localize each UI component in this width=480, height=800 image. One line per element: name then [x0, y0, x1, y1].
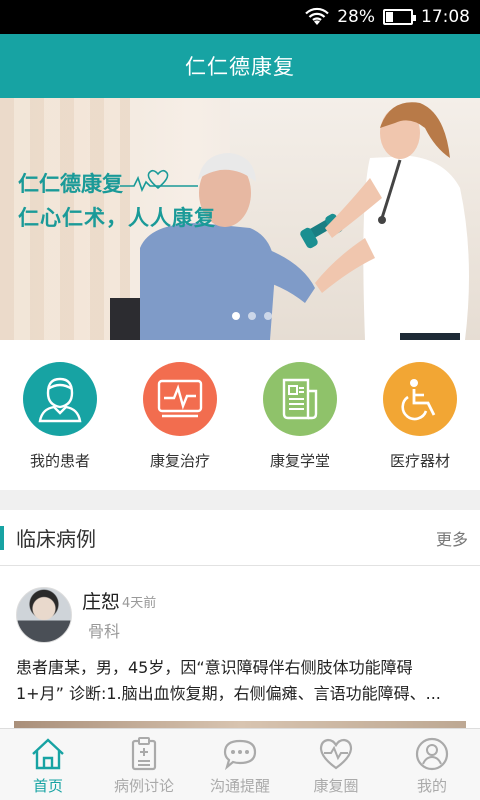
app-bar: 仁仁德康复 — [0, 34, 480, 98]
wheelchair-icon — [383, 362, 457, 436]
nav-label: 康复圈 — [313, 777, 359, 795]
carousel-dot[interactable] — [248, 312, 256, 320]
battery-percent: 28% — [337, 7, 375, 27]
heartbeat-heart-icon — [120, 169, 198, 193]
battery-icon — [383, 9, 416, 25]
clipboard-icon — [131, 737, 157, 771]
section-divider — [0, 490, 480, 510]
quick-menu-label: 医疗器材 — [389, 452, 450, 470]
quick-menu: 我的患者 康复治疗 康复学堂 医疗器材 — [0, 340, 480, 490]
quick-menu-medical-equipment[interactable]: 医疗器材 — [360, 362, 480, 490]
nav-home[interactable]: 首页 — [0, 729, 96, 800]
monitor-heartbeat-icon — [143, 362, 217, 436]
profile-icon — [415, 737, 449, 771]
status-bar: 28% 17:08 — [0, 0, 480, 34]
case-post-card[interactable]: 庄恕 4天前 骨科 患者唐某，男，45岁，因“意识障碍伴右侧肢体功能障碍 1+月… — [0, 567, 480, 741]
bottom-nav: 首页 病例讨论 沟通提醒 康复圈 我的 — [0, 728, 480, 800]
section-accent-bar — [0, 525, 4, 550]
wifi-icon — [305, 7, 329, 25]
carousel-dot[interactable] — [264, 312, 272, 320]
nav-rehab-circle[interactable]: 康复圈 — [288, 729, 384, 800]
post-time: 4天前 — [122, 596, 157, 611]
nav-label: 首页 — [32, 777, 63, 795]
clock: 17:08 — [421, 7, 470, 27]
banner-carousel[interactable]: 仁仁德康复 仁心仁术，人人康复 — [0, 98, 480, 340]
quick-menu-label: 康复治疗 — [149, 452, 210, 470]
nav-communication[interactable]: 沟通提醒 — [192, 729, 288, 800]
quick-menu-my-patients[interactable]: 我的患者 — [0, 362, 120, 490]
nav-profile[interactable]: 我的 — [384, 729, 480, 800]
more-link[interactable]: 更多 — [436, 526, 468, 550]
chat-icon — [223, 739, 257, 771]
post-body-line: 患者唐某，男，45岁，因“意识障碍伴右侧肢体功能障碍 — [16, 658, 413, 677]
app-screen: 28% 17:08 仁仁德康复 仁仁德康复 仁心仁术，人人康复 我的患者 康复治… — [0, 0, 480, 800]
patient-icon — [23, 362, 97, 436]
nav-label: 我的 — [416, 777, 447, 795]
nav-label: 病例讨论 — [113, 777, 174, 795]
section-title: 临床病例 — [16, 527, 96, 551]
document-icon — [263, 362, 337, 436]
app-title: 仁仁德康复 — [185, 55, 295, 79]
carousel-dot[interactable] — [232, 312, 240, 320]
nav-case-discussion[interactable]: 病例讨论 — [96, 729, 192, 800]
banner-headline: 仁仁德康复 — [18, 172, 123, 196]
post-body: 患者唐某，男，45岁，因“意识障碍伴右侧肢体功能障碍 1+月” 诊断:1.脑出血… — [16, 655, 468, 707]
avatar[interactable] — [16, 587, 72, 643]
quick-menu-label: 康复学堂 — [269, 452, 330, 470]
heartbeat-icon — [319, 738, 353, 770]
banner-slogan: 仁心仁术，人人康复 — [18, 206, 216, 230]
nav-label: 沟通提醒 — [209, 777, 270, 795]
quick-menu-rehab-treatment[interactable]: 康复治疗 — [120, 362, 240, 490]
quick-menu-label: 我的患者 — [29, 452, 90, 470]
section-header-clinical-cases: 临床病例 更多 — [0, 510, 480, 566]
author-department: 骨科 — [88, 622, 121, 641]
author-name: 庄恕 — [82, 591, 121, 613]
quick-menu-rehab-school[interactable]: 康复学堂 — [240, 362, 360, 490]
carousel-indicator — [232, 312, 272, 320]
home-icon — [32, 738, 64, 770]
post-body-line: 1+月” 诊断:1.脑出血恢复期，右侧偏瘫、言语功能障碍、... — [16, 684, 441, 703]
